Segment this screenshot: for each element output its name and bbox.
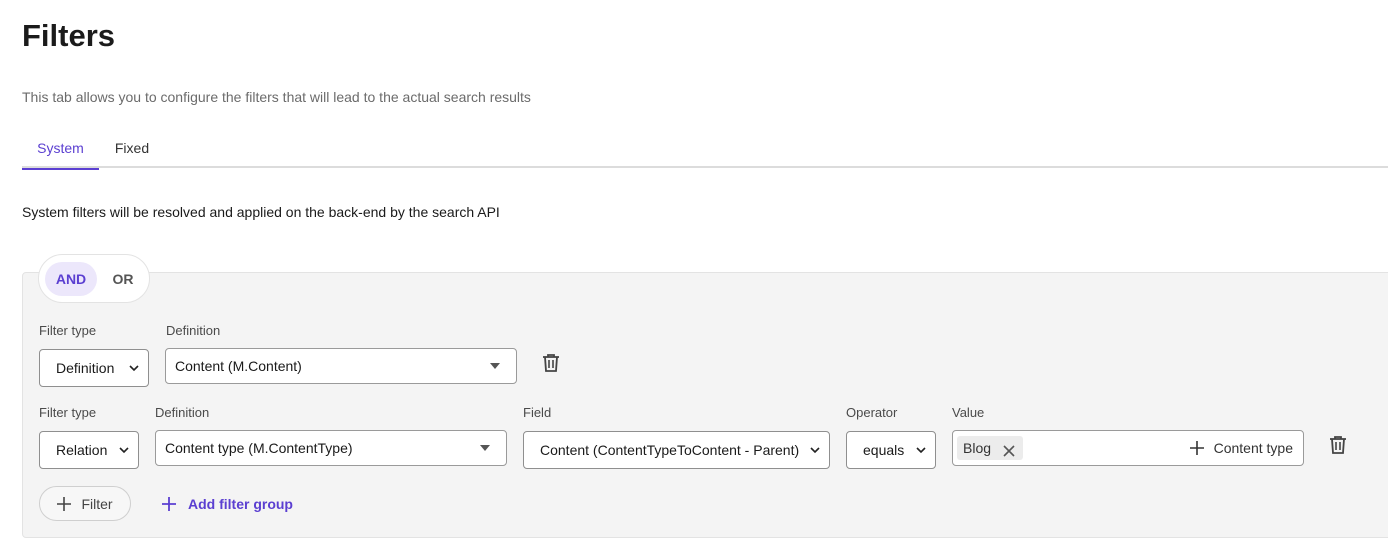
- tab-fixed[interactable]: Fixed: [106, 130, 158, 168]
- row2-operator-label: Operator: [846, 405, 898, 420]
- row2-field-label: Field: [523, 405, 552, 420]
- row1-filter-type-select[interactable]: Definition: [39, 349, 149, 387]
- row1-delete-icon[interactable]: [539, 351, 563, 375]
- row2-filter-type-label: Filter type: [39, 405, 97, 420]
- page-subtitle: This tab allows you to configure the fil…: [22, 89, 531, 105]
- row2-field-select[interactable]: Content (ContentTypeToContent - Parent): [523, 431, 830, 469]
- page-title: Filters: [22, 18, 116, 53]
- add-filter-label: Filter: [81, 495, 113, 512]
- row2-filter-type-select[interactable]: Relation: [39, 431, 139, 469]
- row2-field-value: Content (ContentTypeToContent - Parent): [540, 442, 800, 458]
- plus-icon: [1189, 441, 1204, 455]
- row1-filter-type-value: Definition: [56, 360, 115, 376]
- add-filter-group-button[interactable]: Add filter group: [162, 486, 293, 521]
- logic-toggle: AND OR: [38, 254, 150, 303]
- caret-down-icon: [480, 445, 490, 451]
- tab-system[interactable]: System: [22, 130, 99, 170]
- logic-or-button[interactable]: OR: [101, 262, 145, 296]
- row1-definition-label: Definition: [166, 323, 221, 338]
- row2-operator-value: equals: [863, 442, 905, 458]
- row1-definition-value: Content (M.Content): [175, 358, 302, 374]
- add-filter-group-label: Add filter group: [188, 495, 293, 512]
- chevron-down-icon: [809, 432, 821, 468]
- row1-definition-combobox[interactable]: Content (M.Content): [165, 348, 517, 384]
- system-filters-note: System filters will be resolved and appl…: [22, 204, 500, 220]
- row2-definition-value: Content type (M.ContentType): [165, 440, 353, 456]
- chevron-down-icon: [128, 350, 140, 386]
- row2-operator-select[interactable]: equals: [846, 431, 936, 469]
- row2-definition-label: Definition: [155, 405, 210, 420]
- add-content-type-button[interactable]: Content type: [1189, 431, 1293, 465]
- row2-definition-combobox[interactable]: Content type (M.ContentType): [155, 430, 507, 466]
- plus-icon: [162, 496, 176, 511]
- value-chip-label: Blog: [963, 440, 992, 456]
- row2-value-field[interactable]: Blog Content type: [952, 430, 1304, 466]
- row1-filter-type-label: Filter type: [39, 323, 97, 338]
- close-icon[interactable]: [1002, 441, 1016, 457]
- plus-icon: [57, 496, 72, 511]
- row2-value-label: Value: [952, 405, 985, 420]
- logic-and-button[interactable]: AND: [45, 262, 97, 296]
- value-chip: Blog: [957, 436, 1023, 460]
- row2-filter-type-value: Relation: [56, 442, 108, 458]
- chevron-down-icon: [915, 432, 927, 468]
- caret-down-icon: [490, 363, 500, 369]
- tab-bar: System Fixed: [22, 130, 1388, 170]
- chevron-down-icon: [118, 432, 130, 468]
- add-content-type-label: Content type: [1213, 440, 1293, 456]
- row2-delete-icon[interactable]: [1326, 433, 1350, 457]
- add-filter-button[interactable]: Filter: [39, 486, 131, 521]
